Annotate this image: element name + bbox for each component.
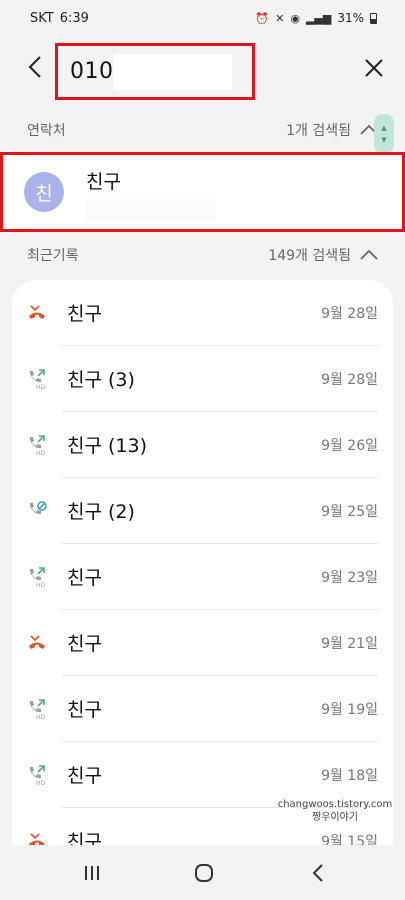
- recents-section-header: 최근기록 149개 검색됨: [0, 241, 405, 269]
- redacted-block: [86, 199, 216, 221]
- call-log-item[interactable]: 친구 9월 28일: [12, 280, 393, 346]
- missed-call-icon: [26, 632, 48, 654]
- scroll-up-icon: ▲: [381, 124, 387, 132]
- watermark-name: 짱우이야기: [312, 812, 358, 823]
- svg-text:HD: HD: [36, 582, 46, 588]
- home-icon: [195, 864, 213, 882]
- back-nav-button[interactable]: [305, 860, 331, 886]
- close-icon: [365, 59, 383, 77]
- contacts-result-count: 1개 검색됨: [286, 123, 351, 139]
- call-log-date: 9월 19일: [321, 702, 378, 718]
- svg-text:HD: HD: [36, 714, 46, 720]
- contact-result[interactable]: 친 친구: [0, 152, 405, 232]
- call-log-date: 9월 28일: [321, 372, 378, 388]
- call-log-date: 9월 26일: [321, 438, 378, 454]
- recent-apps-button[interactable]: [79, 860, 105, 886]
- call-log-name: 친구: [67, 765, 102, 787]
- call-log-date: 9월 25일: [321, 504, 378, 520]
- home-button[interactable]: [191, 860, 217, 886]
- battery-icon: [370, 12, 377, 24]
- call-log-item[interactable]: HD 친구 9월 23일: [12, 544, 393, 610]
- contact-name: 친구: [86, 171, 121, 193]
- scrollbar-thumb[interactable]: ▲ ▼: [374, 114, 394, 154]
- signal-icon: ▂▄▆: [305, 11, 332, 25]
- back-button[interactable]: [20, 52, 50, 82]
- clear-search-button[interactable]: [360, 54, 388, 82]
- search-bar: 010: [0, 40, 405, 100]
- watermark: changwoos.tistory.com 짱우이야기: [270, 798, 400, 824]
- recent-apps-icon: [85, 866, 99, 880]
- scroll-down-icon: ▼: [381, 136, 387, 144]
- call-log-name: 친구: [67, 303, 102, 325]
- avatar: 친: [24, 172, 64, 212]
- call-log-date: 9월 28일: [321, 306, 378, 322]
- hotspot-icon: ◉: [290, 11, 300, 25]
- call-log-item[interactable]: 친구 9월 21일: [12, 610, 393, 676]
- carrier-label: SKT: [30, 10, 54, 26]
- chevron-up-icon[interactable]: [359, 249, 379, 261]
- outgoing-hd-call-icon: HD: [26, 368, 48, 391]
- call-log-date: 9월 21일: [321, 636, 378, 652]
- mute-icon: ✕: [275, 11, 285, 25]
- contacts-section-header: 연락처 1개 검색됨: [0, 116, 405, 144]
- battery-percent: 31%: [337, 11, 364, 25]
- rejected-call-icon: [26, 500, 48, 522]
- clock: 6:39: [59, 10, 89, 26]
- call-log-name: 친구: [67, 699, 102, 721]
- outgoing-hd-call-icon: HD: [26, 698, 48, 721]
- recents-section-title: 최근기록: [27, 248, 79, 264]
- call-log-name: 친구 (2): [67, 501, 135, 523]
- chevron-left-icon: [28, 56, 41, 78]
- redacted-block: [114, 54, 232, 90]
- svg-text:HD: HD: [36, 780, 46, 786]
- call-log-item[interactable]: 친구 (2) 9월 25일: [12, 478, 393, 544]
- call-log-name: 친구: [67, 567, 102, 589]
- call-log-date: 9월 18일: [321, 768, 378, 784]
- call-log-item[interactable]: HD 친구 (3) 9월 28일: [12, 346, 393, 412]
- outgoing-hd-call-icon: HD: [26, 764, 48, 787]
- missed-call-icon: [26, 302, 48, 324]
- watermark-url: changwoos.tistory.com: [277, 799, 393, 810]
- search-query: 010: [70, 59, 114, 84]
- call-log-item[interactable]: HD 친구 9월 19일: [12, 676, 393, 742]
- back-icon: [312, 864, 323, 882]
- recents-result-count: 149개 검색됨: [268, 248, 351, 264]
- status-bar: SKT 6:39 ⏰ ✕ ◉ ▂▄▆ 31%: [0, 0, 405, 36]
- search-input[interactable]: 010: [55, 43, 255, 100]
- call-log-date: 9월 23일: [321, 570, 378, 586]
- call-log-name: 친구 (3): [67, 369, 135, 391]
- svg-text:HD: HD: [36, 384, 46, 390]
- recent-calls-list: 친구 9월 28일 HD 친구 (3) 9월 28일 HD 친구 (13) 9월 26일 친구 …: [12, 280, 393, 860]
- svg-text:HD: HD: [36, 450, 46, 456]
- alarm-icon: ⏰: [255, 11, 270, 25]
- call-log-name: 친구: [67, 633, 102, 655]
- contacts-section-title: 연락처: [27, 123, 66, 139]
- outgoing-hd-call-icon: HD: [26, 434, 48, 457]
- outgoing-hd-call-icon: HD: [26, 566, 48, 589]
- call-log-name: 친구 (13): [67, 435, 148, 457]
- call-log-item[interactable]: HD 친구 (13) 9월 26일: [12, 412, 393, 478]
- navigation-bar: [0, 845, 405, 900]
